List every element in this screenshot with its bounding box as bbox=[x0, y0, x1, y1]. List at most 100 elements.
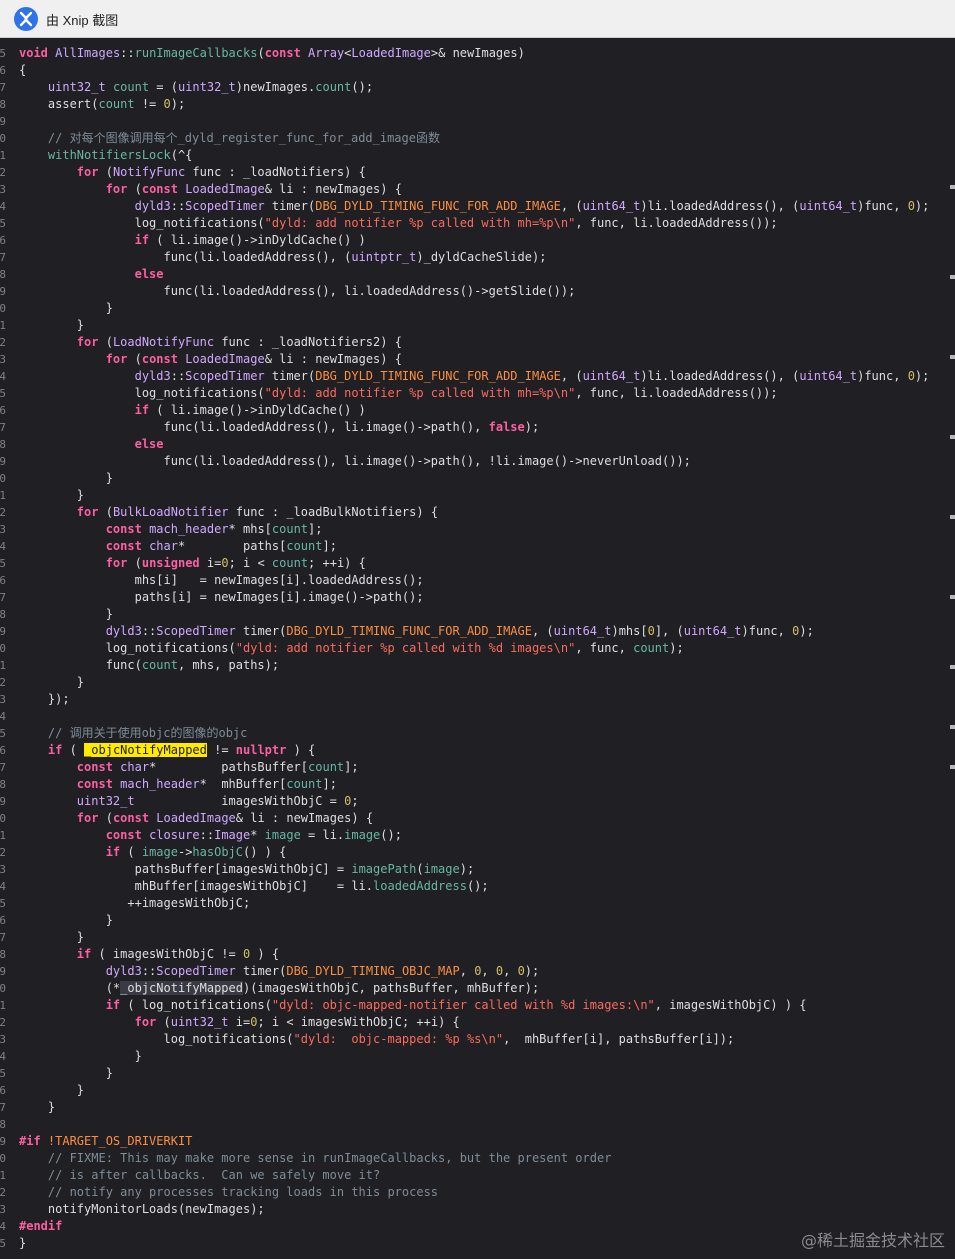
code-line[interactable]: 5 } bbox=[0, 1065, 955, 1082]
code-line[interactable]: 2 // notify any processes tracking loads… bbox=[0, 1184, 955, 1201]
code-line[interactable]: 5 for (unsigned i=0; i < count; ++i) { bbox=[0, 555, 955, 572]
code-line[interactable]: 7 } bbox=[0, 1099, 955, 1116]
code-line[interactable]: 0 // 对每个图像调用每个_dyld_register_func_for_ad… bbox=[0, 130, 955, 147]
code-line[interactable]: 3 }); bbox=[0, 691, 955, 708]
code-text: // 对每个图像调用每个_dyld_register_func_for_add_… bbox=[19, 131, 440, 145]
code-line[interactable]: 4 } bbox=[0, 1048, 955, 1065]
code-line[interactable]: 8 else bbox=[0, 436, 955, 453]
line-number: 2 bbox=[0, 846, 6, 859]
code-text: else bbox=[134, 267, 164, 281]
code-line[interactable]: 3 notifyMonitorLoads(newImages); bbox=[0, 1201, 955, 1218]
code-line[interactable]: 6{ bbox=[0, 62, 955, 79]
code-line[interactable]: 4 dyld3::ScopedTimer timer(DBG_DYLD_TIMI… bbox=[0, 368, 955, 385]
code-line[interactable]: 4 const char* paths[count]; bbox=[0, 538, 955, 555]
code-line[interactable]: 7 paths[i] = newImages[i].image()->path(… bbox=[0, 589, 955, 606]
code-line[interactable]: 8 else bbox=[0, 266, 955, 283]
code-line[interactable]: 4 mhBuffer[imagesWithObjC] = li.loadedAd… bbox=[0, 878, 955, 895]
code-line[interactable]: 2 for (uint32_t i=0; i < imagesWithObjC;… bbox=[0, 1014, 955, 1031]
line-number: 8 bbox=[0, 98, 6, 111]
code-text: func(li.loadedAddress(), li.loadedAddres… bbox=[19, 284, 576, 298]
code-text: paths[i] = newImages[i].image()->path(); bbox=[19, 590, 424, 604]
line-number: 5 bbox=[0, 1067, 6, 1080]
line-number: 2 bbox=[0, 676, 6, 689]
code-line[interactable]: 8 bbox=[0, 1116, 955, 1133]
code-line[interactable]: 6 if ( li.image()->inDyldCache() ) bbox=[0, 402, 955, 419]
code-line[interactable]: 6 } bbox=[0, 1082, 955, 1099]
code-line[interactable]: 6 if ( li.image()->inDyldCache() ) bbox=[0, 232, 955, 249]
code-text: // is after callbacks. Can we safely mov… bbox=[19, 1168, 381, 1182]
code-line[interactable]: 3 for (const LoadedImage& li : newImages… bbox=[0, 351, 955, 368]
code-line[interactable]: 4 dyld3::ScopedTimer timer(DBG_DYLD_TIMI… bbox=[0, 198, 955, 215]
line-number: 7 bbox=[0, 251, 6, 264]
code-line[interactable]: 9 dyld3::ScopedTimer timer(DBG_DYLD_TIMI… bbox=[0, 623, 955, 640]
line-number: 5 bbox=[0, 897, 6, 910]
line-number: 5 bbox=[0, 557, 6, 570]
code-text: const char* pathsBuffer[count]; bbox=[76, 760, 359, 774]
line-number: 6 bbox=[0, 574, 6, 587]
code-line[interactable]: 7 } bbox=[0, 929, 955, 946]
code-line[interactable]: 5 void AllImages::runImageCallbacks(const… bbox=[0, 45, 955, 62]
code-text: } bbox=[19, 1083, 85, 1097]
code-line[interactable]: 9 func(li.loadedAddress(), li.image()->p… bbox=[0, 453, 955, 470]
code-line[interactable]: 6 mhs[i] = newImages[i].loadedAddress(); bbox=[0, 572, 955, 589]
code-line[interactable]: 3 pathsBuffer[imagesWithObjC] = imagePat… bbox=[0, 861, 955, 878]
line-number: 6 bbox=[0, 744, 6, 757]
code-text: if ( log_notifications("dyld: objc-mappe… bbox=[105, 998, 807, 1012]
code-line[interactable]: 8 const mach_header* mhBuffer[count]; bbox=[0, 776, 955, 793]
code-line[interactable]: 1 } bbox=[0, 317, 955, 334]
code-line[interactable]: 9 #if !TARGET_OS_DRIVERKIT bbox=[0, 1133, 955, 1150]
code-line[interactable]: 6 if ( _objcNotifyMapped != nullptr ) { bbox=[0, 742, 955, 759]
code-line[interactable]: 9 dyld3::ScopedTimer timer(DBG_DYLD_TIMI… bbox=[0, 963, 955, 980]
code-line[interactable]: 0 log_notifications("dyld: add notifier … bbox=[0, 640, 955, 657]
code-line[interactable]: 8 } bbox=[0, 606, 955, 623]
code-line[interactable]: 3 log_notifications("dyld: objc-mapped: … bbox=[0, 1031, 955, 1048]
code-line[interactable]: 7 func(li.loadedAddress(), li.image()->p… bbox=[0, 419, 955, 436]
scrollbar-annotations[interactable] bbox=[950, 185, 955, 773]
code-line[interactable]: 1 const closure::Image* image = li.image… bbox=[0, 827, 955, 844]
code-line[interactable]: 2 for (NotifyFunc func : _loadNotifiers)… bbox=[0, 164, 955, 181]
line-number: 3 bbox=[0, 1033, 6, 1046]
line-number: 5 bbox=[0, 217, 6, 230]
code-line[interactable]: 0 } bbox=[0, 470, 955, 487]
code-line[interactable]: 9 bbox=[0, 113, 955, 130]
code-text: if ( imagesWithObjC != 0 ) { bbox=[76, 947, 280, 961]
code-line[interactable]: 1 withNotifiersLock(^{ bbox=[0, 147, 955, 164]
code-line[interactable]: 2 if ( image->hasObjC() ) { bbox=[0, 844, 955, 861]
code-line[interactable]: 9 func(li.loadedAddress(), li.loadedAddr… bbox=[0, 283, 955, 300]
code-text: withNotifiersLock(^{ bbox=[47, 148, 193, 162]
line-number: 7 bbox=[0, 931, 6, 944]
line-number: 1 bbox=[0, 659, 6, 672]
line-number: 5 bbox=[0, 47, 6, 60]
code-line[interactable]: 1 // is after callbacks. Can we safely m… bbox=[0, 1167, 955, 1184]
code-line[interactable]: 2 for (BulkLoadNotifier func : _loadBulk… bbox=[0, 504, 955, 521]
code-line[interactable]: 0 // FIXME: This may make more sense in … bbox=[0, 1150, 955, 1167]
code-line[interactable]: 1 func(count, mhs, paths); bbox=[0, 657, 955, 674]
code-line[interactable]: 3 for (const LoadedImage& li : newImages… bbox=[0, 181, 955, 198]
code-text: void AllImages::runImageCallbacks(const … bbox=[19, 46, 525, 60]
code-line[interactable]: 0 for (const LoadedImage& li : newImages… bbox=[0, 810, 955, 827]
code-line[interactable]: 7 func(li.loadedAddress(), (uintptr_t)_d… bbox=[0, 249, 955, 266]
code-line[interactable]: 6 } bbox=[0, 912, 955, 929]
code-text: dyld3::ScopedTimer timer(DBG_DYLD_TIMING… bbox=[105, 964, 540, 978]
code-editor[interactable]: 5 void AllImages::runImageCallbacks(const… bbox=[0, 39, 955, 1259]
code-line[interactable]: 0 } bbox=[0, 300, 955, 317]
code-line[interactable]: 5 // 调用关于使用objc的图像的objc bbox=[0, 725, 955, 742]
code-line[interactable]: 2 } bbox=[0, 674, 955, 691]
line-number: 4 bbox=[0, 1050, 6, 1063]
code-line[interactable]: 8 if ( imagesWithObjC != 0 ) { bbox=[0, 946, 955, 963]
code-line[interactable]: 4 bbox=[0, 708, 955, 725]
code-line[interactable]: 7 uint32_t count = (uint32_t)newImages.c… bbox=[0, 79, 955, 96]
code-line[interactable]: 3 const mach_header* mhs[count]; bbox=[0, 521, 955, 538]
code-line[interactable]: 8 assert(count != 0); bbox=[0, 96, 955, 113]
code-line[interactable]: 9 uint32_t imagesWithObjC = 0; bbox=[0, 793, 955, 810]
code-line[interactable]: 5 log_notifications("dyld: add notifier … bbox=[0, 215, 955, 232]
code-line[interactable]: 1 } bbox=[0, 487, 955, 504]
code-line[interactable]: 0 (*_objcNotifyMapped)(imagesWithObjC, p… bbox=[0, 980, 955, 997]
code-line[interactable]: 1 if ( log_notifications("dyld: objc-map… bbox=[0, 997, 955, 1014]
code-line[interactable]: 7 const char* pathsBuffer[count]; bbox=[0, 759, 955, 776]
line-number: 5 bbox=[0, 1237, 6, 1250]
code-line[interactable]: 2 for (LoadNotifyFunc func : _loadNotifi… bbox=[0, 334, 955, 351]
line-number: 6 bbox=[0, 234, 6, 247]
code-line[interactable]: 5 ++imagesWithObjC; bbox=[0, 895, 955, 912]
code-line[interactable]: 5 log_notifications("dyld: add notifier … bbox=[0, 385, 955, 402]
